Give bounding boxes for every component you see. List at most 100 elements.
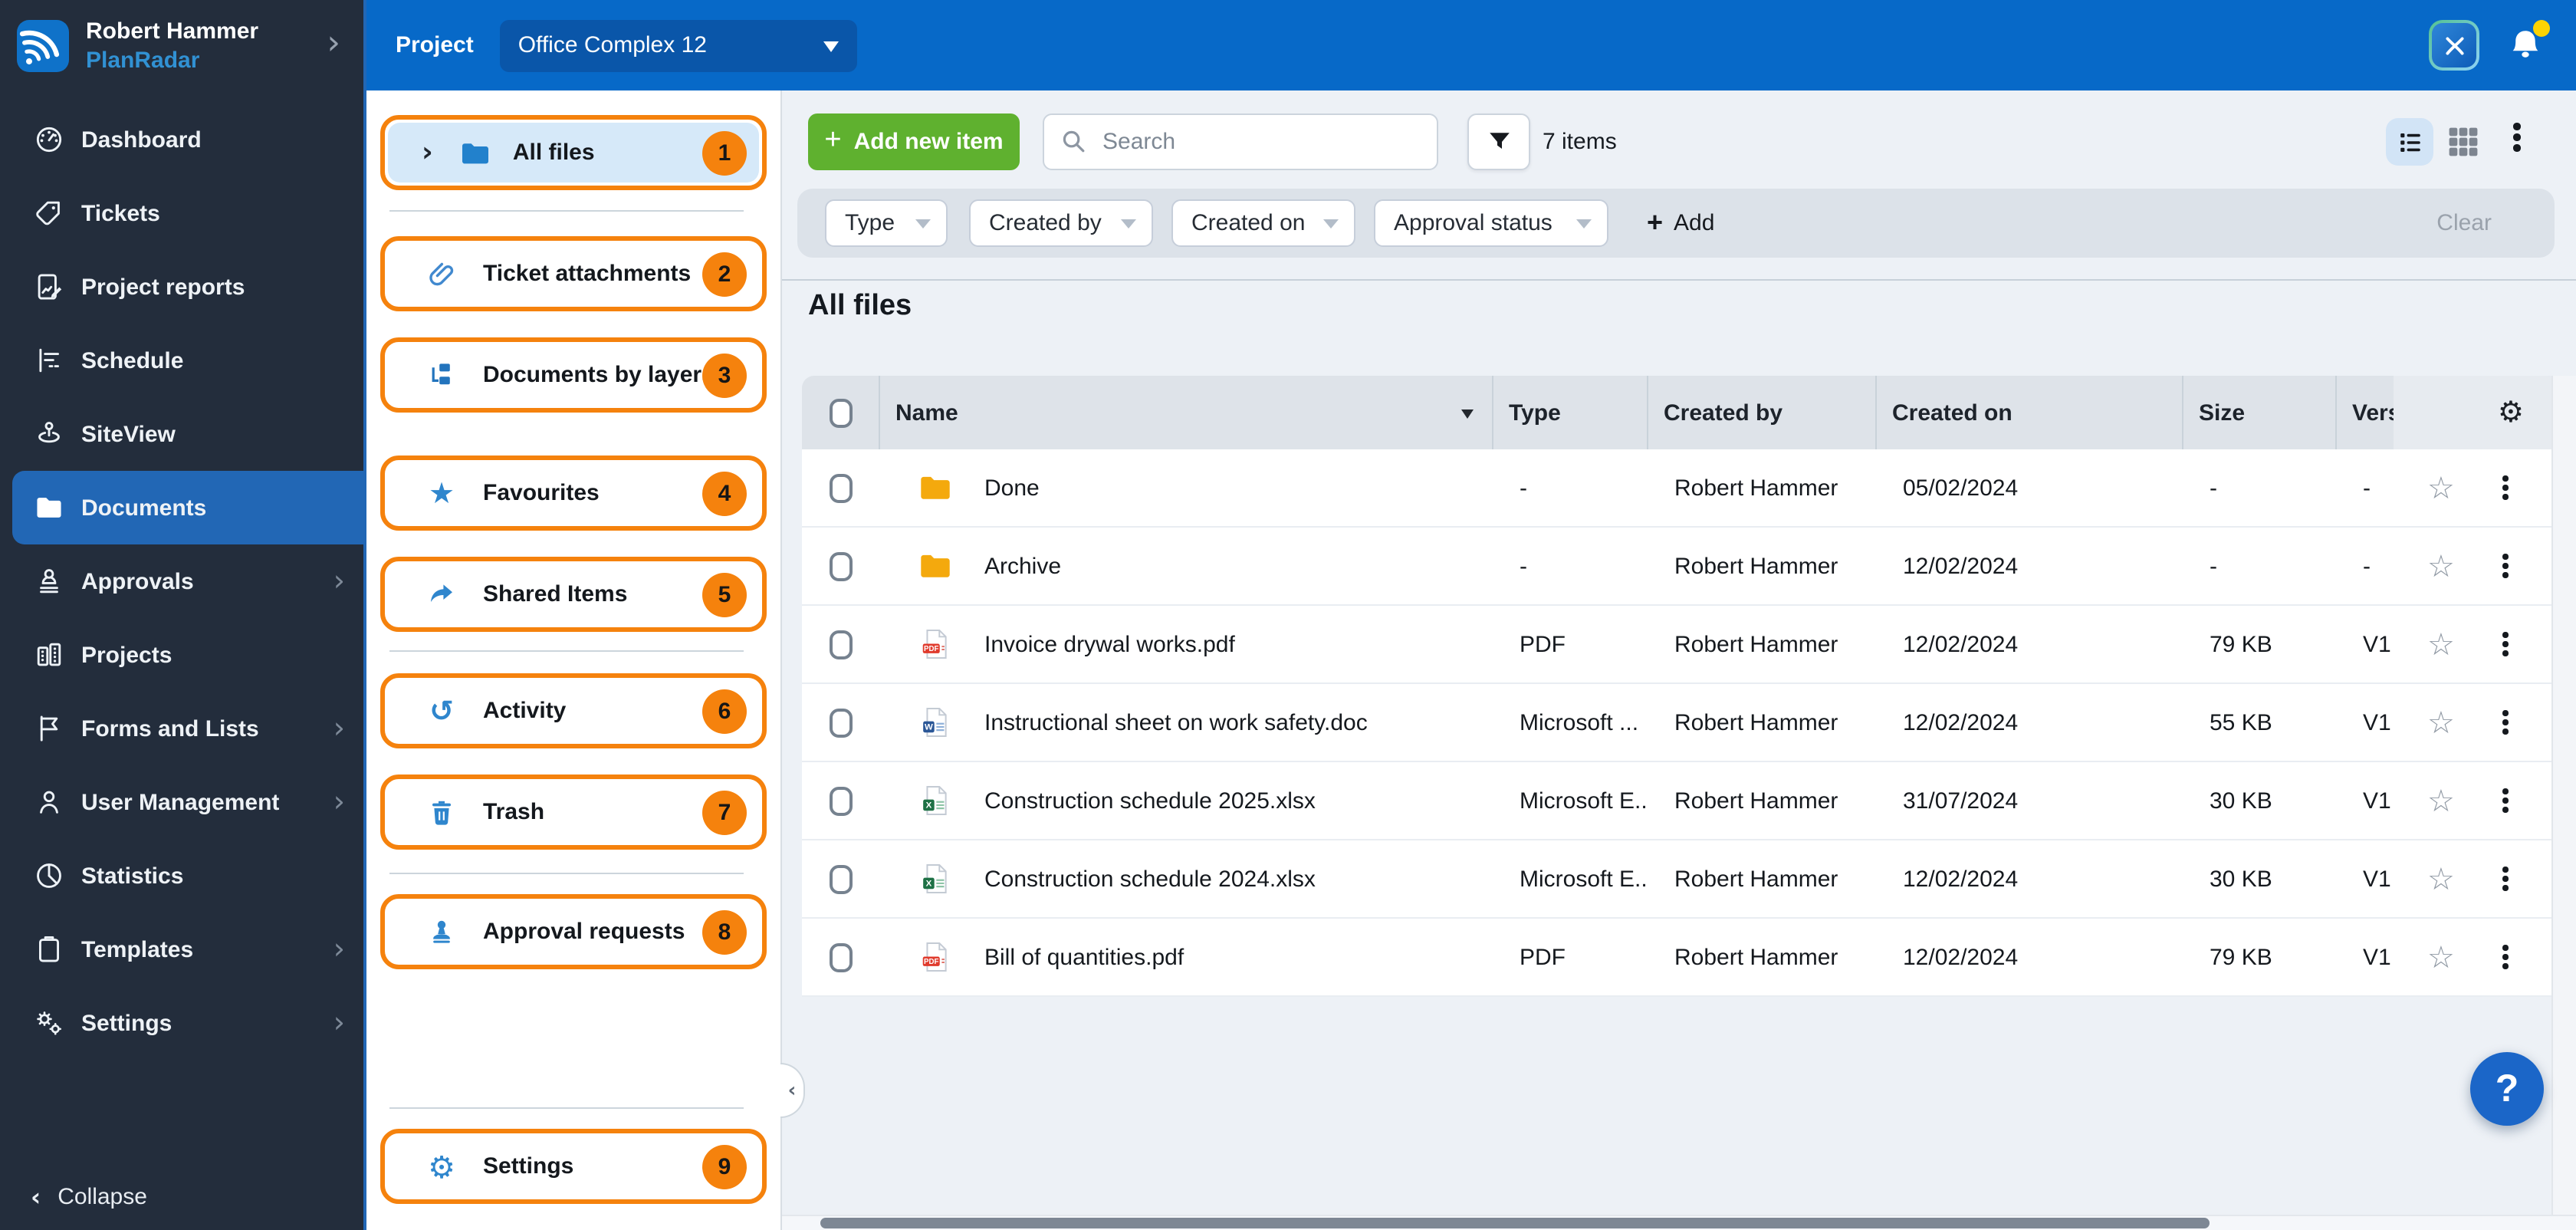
search-box [1043,113,1438,170]
panel-item-approval-requests[interactable]: Approval requests 8 [380,894,767,969]
column-header-type[interactable]: Type [1492,376,1647,449]
file-name[interactable]: Bill of quantities.pdf [984,944,1184,970]
account-header[interactable]: Robert Hammer PlanRadar › [0,0,363,98]
filter-created-on-dropdown[interactable]: Created on [1171,199,1355,247]
file-name[interactable]: Invoice drywal works.pdf [984,631,1235,657]
panel-item-favourites[interactable]: ★ Favourites 4 [380,455,767,531]
column-header-size[interactable]: Size [2182,376,2335,449]
file-name[interactable]: Instructional sheet on work safety.doc [984,709,1368,735]
select-all-checkbox[interactable] [829,398,852,427]
sidebar-collapse-button[interactable]: ‹ Collapse [31,1182,147,1212]
column-header-created-by[interactable]: Created by [1647,376,1875,449]
filter-approval-status-dropdown[interactable]: Approval status [1374,199,1608,247]
file-size: 30 KB [2210,788,2272,814]
sidebar-item-label: Settings [81,1010,172,1036]
row-menu-icon[interactable] [2502,554,2509,578]
table-row[interactable]: Bill of quantities.pdf PDF Robert Hammer… [802,919,2561,997]
row-checkbox[interactable] [829,708,852,737]
column-header-name[interactable]: Name [879,376,1492,449]
favourite-star-icon[interactable]: ☆ [2427,472,2455,503]
sidebar-item-settings[interactable]: Settings › [0,986,363,1060]
sidebar-item-documents[interactable]: Documents [12,471,363,544]
row-menu-icon[interactable] [2502,710,2509,735]
gears-icon [34,1008,64,1038]
favourite-star-icon[interactable]: ☆ [2427,942,2455,972]
favourite-star-icon[interactable]: ☆ [2427,629,2455,659]
favourite-star-icon[interactable]: ☆ [2427,863,2455,894]
sidebar-item-tickets[interactable]: Tickets [0,176,363,250]
help-button[interactable]: ? [2470,1052,2544,1126]
filter-type-dropdown[interactable]: Type [825,199,948,247]
annotation-badge: 7 [702,790,747,834]
table-row[interactable]: Archive - Robert Hammer 12/02/2024 - - ☆ [802,528,2561,606]
panel-item-all-files[interactable]: › All files 1 [380,115,767,190]
panel-item-settings[interactable]: ⚙ Settings 9 [380,1129,767,1204]
sidebar-item-user-management[interactable]: User Management › [0,765,363,839]
row-menu-icon[interactable] [2502,475,2509,500]
row-menu-icon[interactable] [2502,945,2509,969]
notification-dot [2533,19,2550,36]
row-menu-icon[interactable] [2502,632,2509,656]
panel-item-activity[interactable]: ↺ Activity 6 [380,673,767,748]
table-row[interactable]: Construction schedule 2024.xlsx Microsof… [802,840,2561,919]
caret-down-icon [1576,219,1592,236]
panel-item-trash[interactable]: Trash 7 [380,775,767,850]
sidebar-item-approvals[interactable]: Approvals › [0,544,363,618]
favourite-star-icon[interactable]: ☆ [2427,707,2455,738]
table-row[interactable]: Invoice drywal works.pdf PDF Robert Hamm… [802,606,2561,684]
sidebar-item-project-reports[interactable]: Project reports [0,250,363,324]
sidebar-item-dashboard[interactable]: Dashboard [0,103,363,176]
connect-app-button[interactable] [2429,20,2479,71]
table-row[interactable]: Instructional sheet on work safety.doc M… [802,684,2561,762]
file-version: - [2363,475,2371,501]
file-name[interactable]: Construction schedule 2025.xlsx [984,788,1316,814]
panel-item-ticket-attachments[interactable]: Ticket attachments 2 [380,236,767,311]
file-name[interactable]: Archive [984,553,1061,579]
add-filter-button[interactable]: + Add [1647,207,1714,239]
search-input[interactable] [1043,113,1438,170]
list-view-button[interactable] [2386,118,2433,166]
row-checkbox[interactable] [829,942,852,972]
notifications-bell-icon[interactable] [2505,19,2550,65]
horizontal-scrollbar-thumb[interactable] [820,1218,2210,1228]
favourite-star-icon[interactable]: ☆ [2427,551,2455,581]
sidebar-item-schedule[interactable]: Schedule [0,324,363,397]
column-header-version[interactable]: Version [2335,376,2394,449]
file-created-on: 12/02/2024 [1903,631,2019,657]
row-checkbox[interactable] [829,473,852,502]
row-checkbox[interactable] [829,551,852,580]
row-checkbox[interactable] [829,786,852,815]
row-menu-icon[interactable] [2502,867,2509,891]
sidebar-item-templates[interactable]: Templates › [0,913,363,986]
chevron-right-icon[interactable]: › [327,25,340,63]
sidebar-item-siteview[interactable]: SiteView [0,397,363,471]
favourite-star-icon[interactable]: ☆ [2427,785,2455,816]
clear-filters-button[interactable]: Clear [2436,210,2492,236]
table-row[interactable]: Construction schedule 2025.xlsx Microsof… [802,762,2561,840]
project-selector[interactable]: Office Complex 12 [499,19,857,71]
sidebar-item-forms-and-lists[interactable]: Forms and Lists › [0,692,363,765]
filter-created-by-dropdown[interactable]: Created by [969,199,1153,247]
panel-item-shared-items[interactable]: Shared Items 5 [380,557,767,632]
vertical-scrollbar[interactable] [2551,376,2576,1216]
sidebar-item-projects[interactable]: Projects [0,618,363,692]
table-row[interactable]: Done - Robert Hammer 05/02/2024 - - ☆ [802,449,2561,528]
file-name[interactable]: Done [984,475,1040,501]
file-name[interactable]: Construction schedule 2024.xlsx [984,866,1316,892]
chevron-right-icon: › [333,564,345,597]
column-header-created-on[interactable]: Created on [1875,376,2182,449]
row-checkbox[interactable] [829,864,852,893]
grid-view-button[interactable] [2446,124,2481,160]
grid-view-icon [2449,127,2478,156]
row-menu-icon[interactable] [2502,788,2509,813]
column-settings-gear-icon[interactable]: ⚙ [2498,397,2524,427]
expand-chevron-icon[interactable]: › [422,138,433,166]
pdf-file-icon [918,940,952,974]
sidebar-item-statistics[interactable]: Statistics [0,839,363,913]
panel-item-documents-by-layers[interactable]: Documents by layers 3 [380,337,767,413]
filter-button[interactable] [1467,113,1530,170]
row-checkbox[interactable] [829,630,852,659]
toolbar-menu-button[interactable] [2513,123,2520,151]
horizontal-scrollbar[interactable] [782,1215,2576,1230]
add-new-item-button[interactable]: + Add new item [808,113,1020,170]
